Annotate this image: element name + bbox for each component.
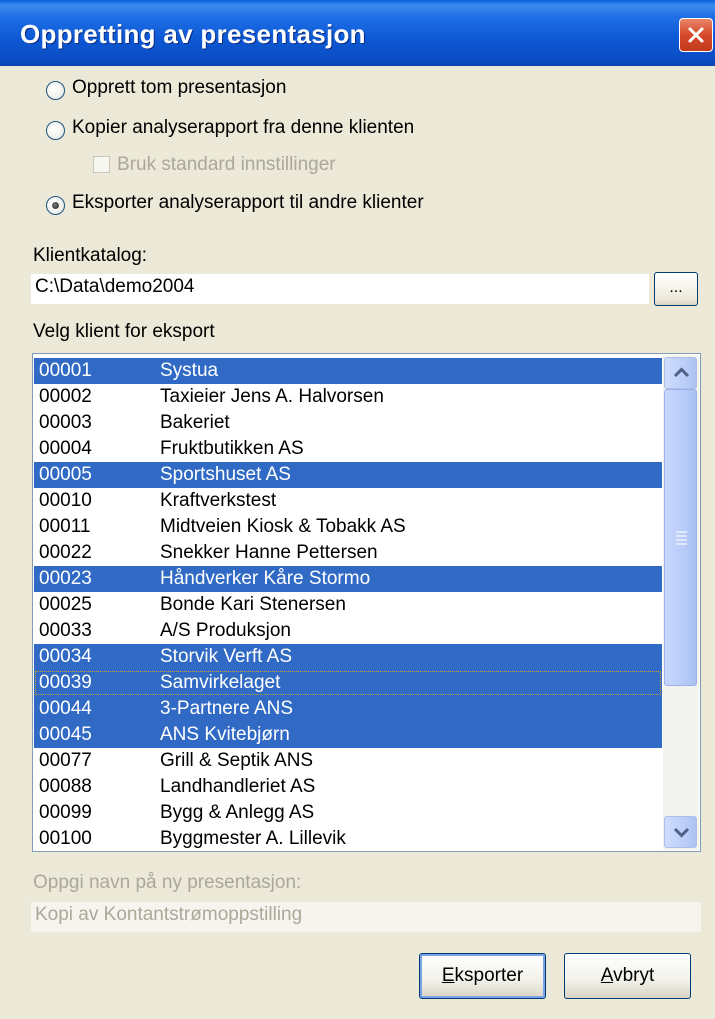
window-title: Oppretting av presentasjon — [20, 19, 366, 49]
client-row[interactable]: 00044 3-Partnere ANS — [34, 696, 662, 722]
client-number: 00001 — [39, 360, 92, 381]
client-name: Storvik Verft AS — [160, 646, 292, 667]
catalog-label: Klientkatalog: — [33, 245, 148, 266]
client-name: 3-Partnere ANS — [160, 698, 294, 719]
scroll-thumb[interactable] — [664, 389, 697, 686]
client-row[interactable]: 00100 Byggmester A. Lillevik — [34, 826, 662, 851]
client-name: Grill & Septik ANS — [160, 750, 314, 771]
client-number: 00004 — [39, 438, 92, 459]
client-row[interactable]: 00077 Grill & Septik ANS — [34, 748, 662, 774]
client-name: Snekker Hanne Pettersen — [160, 542, 378, 563]
title-bar[interactable]: Oppretting av presentasjon — [0, 0, 715, 66]
browse-button[interactable]: ... — [654, 272, 698, 306]
client-row[interactable]: 00099 Bygg & Anlegg AS — [34, 800, 662, 826]
client-row[interactable]: 00004 Fruktbutikken AS — [34, 436, 662, 462]
client-row[interactable]: 00005 Sportshuset AS — [34, 462, 662, 488]
client-row[interactable]: 00011 Midtveien Kiosk & Tobakk AS — [34, 514, 662, 540]
client-name: Midtveien Kiosk & Tobakk AS — [160, 516, 406, 537]
standard-settings-checkbox — [93, 156, 110, 173]
client-name: Byggmester A. Lillevik — [160, 828, 346, 849]
client-number: 00099 — [39, 802, 92, 823]
dialog-window: Oppretting av presentasjon Opprett tom p… — [0, 0, 715, 1019]
client-name: Håndverker Kåre Stormo — [160, 568, 371, 589]
client-number: 00005 — [39, 464, 92, 485]
client-row[interactable]: 00010 Kraftverkstest — [34, 488, 662, 514]
scroll-down-button[interactable] — [664, 816, 697, 848]
chevron-up-icon — [673, 367, 690, 378]
radio-export-report[interactable] — [46, 196, 65, 215]
client-number: 00039 — [39, 672, 92, 693]
close-button[interactable] — [679, 18, 713, 52]
client-row[interactable]: 00039 Samvirkelaget — [34, 670, 662, 696]
cancel-mnemonic: A — [600, 965, 614, 986]
client-number: 00044 — [39, 698, 92, 719]
client-row[interactable]: 00045 ANS Kvitebjørn — [34, 722, 662, 748]
client-row[interactable]: 00001 Systua — [34, 358, 662, 384]
client-name: Samvirkelaget — [160, 672, 281, 693]
client-row[interactable]: 00088 Landhandleriet AS — [34, 774, 662, 800]
vertical-scrollbar[interactable] — [663, 355, 699, 850]
radio-create-empty-label[interactable]: Opprett tom presentasjon — [72, 77, 286, 99]
standard-settings-label: Bruk standard innstillinger — [117, 154, 336, 175]
client-row[interactable]: 00033 A/S Produksjon — [34, 618, 662, 644]
client-name: Systua — [160, 360, 219, 381]
radio-selected-dot — [52, 202, 59, 209]
client-rows: 00001 Systua 00002 Taxieier Jens A. Halvors… — [34, 358, 662, 851]
new-name-field: Kopi av Kontantstrømoppstilling — [31, 902, 701, 932]
client-name: ANS Kvitebjørn — [160, 724, 290, 745]
client-row[interactable]: 00022 Snekker Hanne Pettersen — [34, 540, 662, 566]
client-number: 00045 — [39, 724, 92, 745]
radio-copy-report[interactable] — [46, 121, 65, 140]
client-name: Landhandleriet AS — [160, 776, 316, 797]
scroll-up-button[interactable] — [664, 357, 697, 389]
client-name: Taxieier Jens A. Halvorsen — [160, 386, 384, 407]
client-number: 00022 — [39, 542, 92, 563]
export-button[interactable]: Eksporter — [419, 953, 546, 999]
client-name: Bygg & Anlegg AS — [160, 802, 315, 823]
cancel-label: vbryt — [613, 965, 655, 986]
new-name-label: Oppgi navn på ny presentasjon: — [33, 872, 302, 893]
client-name: Bonde Kari Stenersen — [160, 594, 346, 615]
client-number: 00023 — [39, 568, 92, 589]
client-row[interactable]: 00025 Bonde Kari Stenersen — [34, 592, 662, 618]
chevron-down-icon — [673, 827, 690, 838]
client-number: 00025 — [39, 594, 92, 615]
grip-icon — [676, 531, 687, 545]
client-name: Fruktbutikken AS — [160, 438, 304, 459]
client-number: 00003 — [39, 412, 92, 433]
client-name: Kraftverkstest — [160, 490, 277, 511]
client-number: 00010 — [39, 490, 92, 511]
client-listbox[interactable]: 00001 Systua 00002 Taxieier Jens A. Halvors… — [32, 353, 701, 852]
client-row[interactable]: 00003 Bakeriet — [34, 410, 662, 436]
client-list-label: Velg klient for eksport — [33, 321, 215, 342]
client-name: Sportshuset AS — [160, 464, 291, 485]
cancel-button[interactable]: Avbryt — [564, 953, 691, 999]
client-name: A/S Produksjon — [160, 620, 291, 641]
client-name: Bakeriet — [160, 412, 230, 433]
client-row[interactable]: 00034 Storvik Verft AS — [34, 644, 662, 670]
radio-copy-report-label[interactable]: Kopier analyserapport fra denne klienten — [72, 117, 414, 139]
close-icon — [688, 27, 704, 43]
radio-create-empty[interactable] — [46, 81, 65, 100]
client-number: 00088 — [39, 776, 92, 797]
client-row[interactable]: 00023 Håndverker Kåre Stormo — [34, 566, 662, 592]
client-number: 00077 — [39, 750, 92, 771]
client-number: 00011 — [39, 516, 91, 537]
export-mnemonic: E — [441, 965, 455, 986]
client-number: 00033 — [39, 620, 92, 641]
client-number: 00034 — [39, 646, 92, 667]
client-number: 00100 — [39, 828, 92, 849]
client-number: 00002 — [39, 386, 92, 407]
client-row[interactable]: 00002 Taxieier Jens A. Halvorsen — [34, 384, 662, 410]
catalog-path-field[interactable]: C:\Data\demo2004 — [31, 274, 649, 304]
export-label: ksporter — [454, 965, 524, 986]
radio-export-report-label[interactable]: Eksporter analyserapport til andre klien… — [72, 192, 424, 214]
